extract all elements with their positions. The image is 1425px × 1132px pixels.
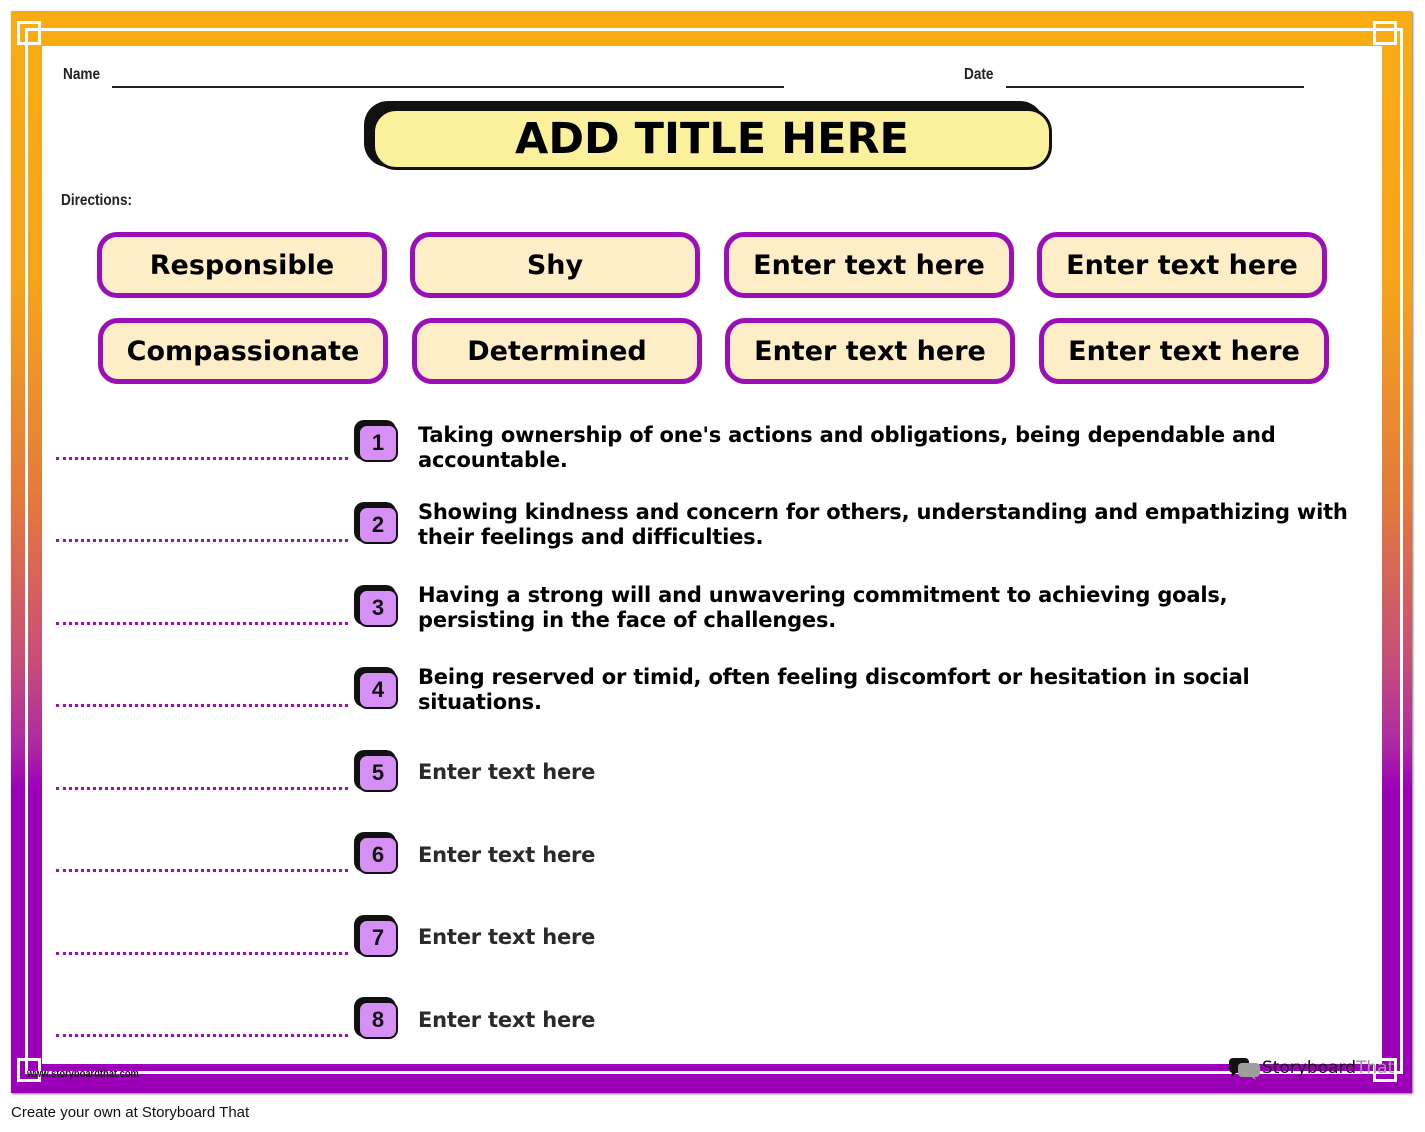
word-bank-item[interactable]: Enter text here — [724, 232, 1014, 298]
word-bank-item[interactable]: Determined — [412, 318, 702, 384]
date-line[interactable] — [1006, 86, 1304, 88]
corner-ornament-top-left — [17, 21, 41, 45]
number-badge: 1 — [354, 420, 402, 464]
word-bank-item[interactable]: Shy — [410, 232, 700, 298]
question-number: 3 — [358, 589, 398, 627]
question-text[interactable]: Having a strong will and unwavering comm… — [418, 583, 1348, 633]
logo-text-that: That — [1356, 1058, 1395, 1078]
answer-line[interactable] — [56, 704, 348, 707]
question-text[interactable]: Showing kindness and concern for others,… — [418, 500, 1348, 550]
title-banner[interactable]: ADD TITLE HERE — [364, 101, 1056, 174]
question-text[interactable]: Enter text here — [418, 925, 1348, 950]
word-bank-item[interactable]: Responsible — [97, 232, 387, 298]
number-badge: 8 — [354, 997, 402, 1041]
question-text[interactable]: Enter text here — [418, 843, 1348, 868]
question-number: 6 — [358, 836, 398, 874]
answer-line[interactable] — [56, 869, 348, 872]
question-text[interactable]: Being reserved or timid, often feeling d… — [418, 665, 1348, 715]
site-url: www.storyboardthat.com — [27, 1068, 139, 1080]
directions-label: Directions: — [61, 192, 133, 209]
corner-ornament-top-right — [1373, 21, 1397, 45]
worksheet-page — [42, 46, 1382, 1064]
answer-line[interactable] — [56, 539, 348, 542]
question-text[interactable]: Enter text here — [418, 760, 1348, 785]
word-bank-item[interactable]: Enter text here — [725, 318, 1015, 384]
question-number: 5 — [358, 754, 398, 792]
date-label: Date — [964, 66, 994, 83]
number-badge: 6 — [354, 832, 402, 876]
answer-line[interactable] — [56, 457, 348, 460]
answer-line[interactable] — [56, 952, 348, 955]
answer-line[interactable] — [56, 622, 348, 625]
speech-bubbles-icon — [1229, 1058, 1260, 1080]
word-bank-item[interactable]: Compassionate — [98, 318, 388, 384]
page-title: ADD TITLE HERE — [515, 114, 909, 164]
question-number: 8 — [358, 1001, 398, 1039]
number-badge: 2 — [354, 502, 402, 546]
name-label: Name — [63, 66, 101, 83]
name-line[interactable] — [112, 86, 784, 88]
question-text[interactable]: Enter text here — [418, 1008, 1348, 1033]
word-bank-item[interactable]: Enter text here — [1037, 232, 1327, 298]
number-badge: 4 — [354, 667, 402, 711]
number-badge: 3 — [354, 585, 402, 629]
question-number: 7 — [358, 919, 398, 957]
storyboardthat-logo: Storyboard That — [1228, 1056, 1394, 1080]
number-badge: 7 — [354, 915, 402, 959]
title-box[interactable]: ADD TITLE HERE — [372, 108, 1052, 170]
question-text[interactable]: Taking ownership of one's actions and ob… — [418, 423, 1348, 473]
word-bank-item[interactable]: Enter text here — [1039, 318, 1329, 384]
logo-text-storyboard: Storyboard — [1262, 1058, 1356, 1078]
number-badge: 5 — [354, 750, 402, 794]
question-number: 1 — [358, 424, 398, 462]
answer-line[interactable] — [56, 1034, 348, 1037]
question-number: 2 — [358, 506, 398, 544]
create-your-own-link[interactable]: Create your own at Storyboard That — [11, 1104, 249, 1121]
question-number: 4 — [358, 671, 398, 709]
answer-line[interactable] — [56, 787, 348, 790]
